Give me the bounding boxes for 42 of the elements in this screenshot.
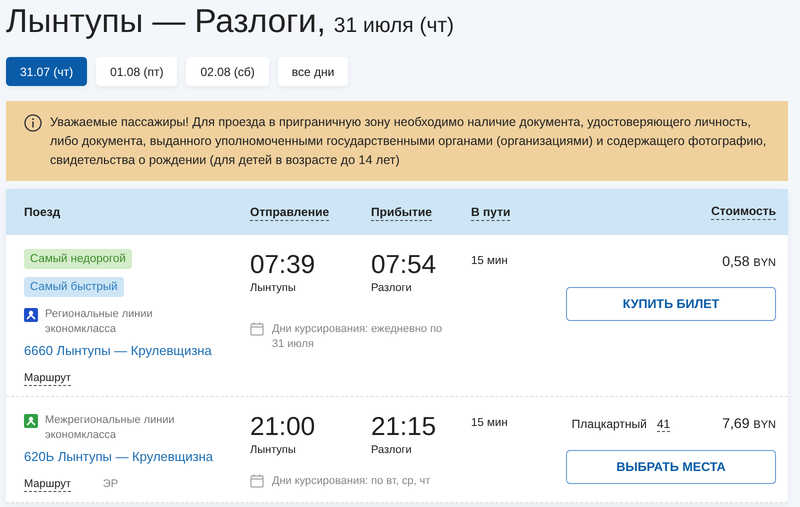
route-link[interactable]: Маршрут xyxy=(24,478,71,492)
column-header[interactable]: Стоимость xyxy=(711,204,776,220)
date-tab[interactable]: 02.08 (сб) xyxy=(186,57,269,86)
price: 0,58 BYN xyxy=(722,253,776,269)
station-name: Разлоги xyxy=(371,282,413,294)
tag: Самый быстрый xyxy=(24,277,124,297)
travel-time: 15 мин xyxy=(471,417,508,429)
date-tab[interactable]: 01.08 (пт) xyxy=(96,57,178,86)
date-tab[interactable]: 31.07 (чт) xyxy=(6,57,88,86)
arrival-time: 07:54 xyxy=(371,249,438,279)
station-name: Разлоги xyxy=(371,444,413,456)
travel-time: 15 мин xyxy=(471,255,508,267)
station-name: Лынтупы xyxy=(250,282,297,294)
train-link[interactable]: 6660 Лынтупы — Крулевщизна xyxy=(24,343,212,358)
info-icon xyxy=(24,114,42,132)
route-link[interactable]: Маршрут xyxy=(24,372,71,386)
seat-class: Плацкартный xyxy=(572,417,647,431)
running-days: Дни курсирования: по вт, ср, чт xyxy=(272,474,430,489)
page-title: Лынтупы — Разлоги, xyxy=(6,2,326,40)
running-days: Дни курсирования: ежедневно по 31 июля xyxy=(272,322,450,352)
departure-time: 21:00 xyxy=(250,411,316,441)
notice-text: Уважаемые пассажиры! Для проезда в приграничную зону необходимо наличие документа, удостоверяющего личность, либо документа, выданного уполномоченными государственными органами (организациями) и содержащего фотографию, свидетельства о рождении (для детей в возрасте до 14 лет) xyxy=(50,114,768,169)
price: 7,69 BYN xyxy=(722,415,776,431)
arrival-time: 21:15 xyxy=(371,411,438,441)
operator-label: Межрегиональные линии экономкласса xyxy=(45,413,176,443)
buy-button[interactable]: КУПИТЬ БИЛЕТ xyxy=(566,287,776,321)
column-header[interactable]: В пути xyxy=(471,205,510,221)
operator-label: Региональные линии экономкласса xyxy=(45,307,154,337)
column-header[interactable]: Отправление xyxy=(250,205,330,221)
calendar-icon xyxy=(250,322,264,336)
train-type: ЭР xyxy=(102,478,118,492)
buy-button[interactable]: ВЫБРАТЬ МЕСТА xyxy=(566,450,776,484)
station-name: Лынтупы xyxy=(250,444,297,456)
column-header[interactable]: Прибытие xyxy=(371,205,432,221)
departure-time: 07:39 xyxy=(250,249,316,279)
tag: Самый недорогой xyxy=(24,249,132,269)
page-date: 31 июля (чт) xyxy=(334,14,454,38)
date-tab[interactable]: все дни xyxy=(278,57,348,86)
train-link[interactable]: 620Ь Лынтупы — Крулевщизна xyxy=(24,449,214,464)
seat-count[interactable]: 41 xyxy=(656,417,670,432)
column-header: Поезд xyxy=(24,205,60,219)
calendar-icon xyxy=(250,474,264,488)
